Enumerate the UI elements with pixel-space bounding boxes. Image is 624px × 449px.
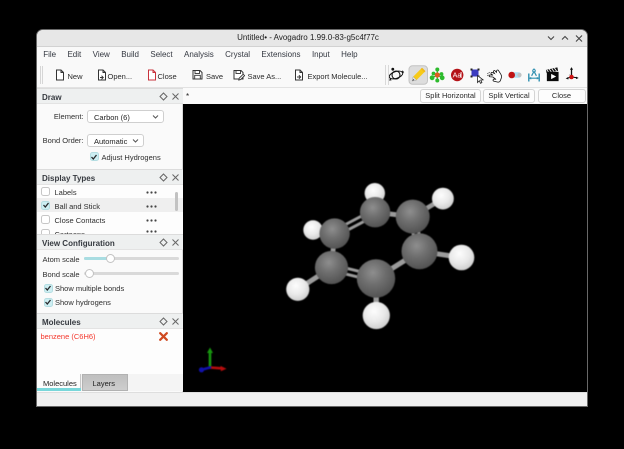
svg-text:Aa: Aa — [453, 71, 462, 80]
